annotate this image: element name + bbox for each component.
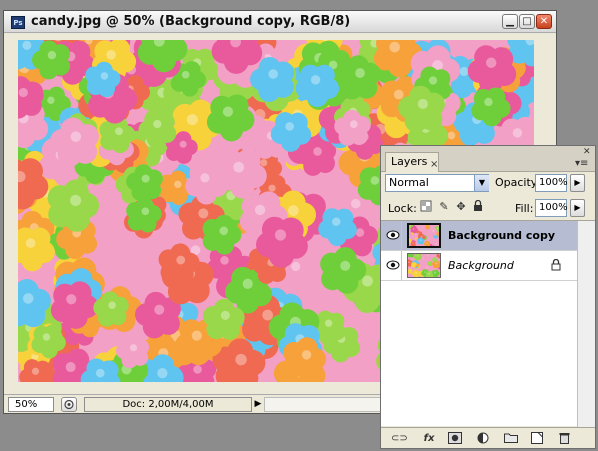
photoshop-icon: Ps (11, 16, 25, 29)
new-layer-icon[interactable] (529, 432, 545, 446)
layer-thumbnail (407, 223, 441, 248)
status-menu-icon[interactable] (61, 397, 77, 412)
candy-piece (432, 245, 436, 246)
document-titlebar[interactable]: Ps candy.jpg @ 50% (Background copy, RGB… (4, 11, 556, 33)
panel-menu-icon[interactable]: ▾≡ (575, 158, 588, 169)
lock-label: Lock: (388, 202, 417, 215)
layers-scrollbar[interactable] (577, 221, 595, 427)
lock-pixels-icon[interactable]: ✎ (437, 200, 451, 214)
mask-icon[interactable] (447, 432, 463, 446)
lock-all-icon[interactable] (471, 199, 485, 214)
layer-row-background[interactable]: Background (381, 251, 577, 281)
zoom-field[interactable]: 50% (8, 397, 54, 412)
layer-thumbnail (407, 253, 441, 278)
tab-close-icon[interactable]: × (430, 156, 438, 173)
horizontal-scrollbar[interactable] (264, 397, 384, 412)
candy-piece (439, 225, 441, 233)
layers-list: Background copy Background (381, 220, 595, 427)
fx-icon[interactable]: fx (421, 432, 437, 446)
layers-panel: Layers × ✕ ▾≡ Normal ▼ Opacity: 100% ▶ L… (380, 145, 596, 449)
eye-icon[interactable] (384, 221, 402, 250)
maximize-button[interactable]: □ (519, 14, 535, 29)
minimize-button[interactable]: ▁ (502, 14, 518, 29)
document-title: candy.jpg @ 50% (Background copy, RGB/8) (31, 14, 351, 29)
layers-panel-footer: ⊂⊃ fx (381, 427, 595, 448)
close-button[interactable]: ✕ (536, 14, 552, 29)
lock-position-icon[interactable]: ✥ (454, 200, 468, 214)
folder-icon[interactable] (503, 432, 519, 446)
tab-layers[interactable]: Layers × (385, 152, 439, 172)
lock-icon (551, 258, 561, 274)
opacity-slider-button[interactable]: ▶ (570, 174, 585, 192)
layers-panel-header: Layers × ✕ ▾≡ (381, 146, 595, 172)
blend-mode-select[interactable]: Normal ▼ (385, 174, 489, 192)
fill-label: Fill: (515, 202, 534, 215)
layer-name[interactable]: Background (448, 259, 514, 272)
tab-layers-label: Layers (391, 155, 428, 168)
opacity-input[interactable]: 100% (535, 174, 568, 192)
adjustment-icon[interactable] (475, 432, 491, 446)
fill-slider-button[interactable]: ▶ (570, 199, 585, 217)
document-info: Doc: 2,00M/4,00M (84, 397, 252, 412)
opacity-label: Opacity: (495, 176, 541, 189)
eye-icon[interactable] (384, 251, 402, 280)
chevron-down-icon[interactable]: ▼ (474, 175, 489, 191)
panel-close-icon[interactable]: ✕ (583, 147, 591, 157)
link-icon[interactable]: ⊂⊃ (391, 432, 408, 446)
info-menu-arrow-icon[interactable]: ▶ (252, 398, 264, 411)
fill-input[interactable]: 100% (535, 199, 568, 217)
layer-row-background-copy[interactable]: Background copy (381, 221, 577, 251)
candy-piece (440, 225, 441, 229)
blend-mode-value: Normal (389, 176, 429, 189)
trash-icon[interactable] (556, 432, 572, 446)
layer-name[interactable]: Background copy (448, 229, 555, 242)
lock-transparency-icon[interactable] (419, 200, 433, 214)
